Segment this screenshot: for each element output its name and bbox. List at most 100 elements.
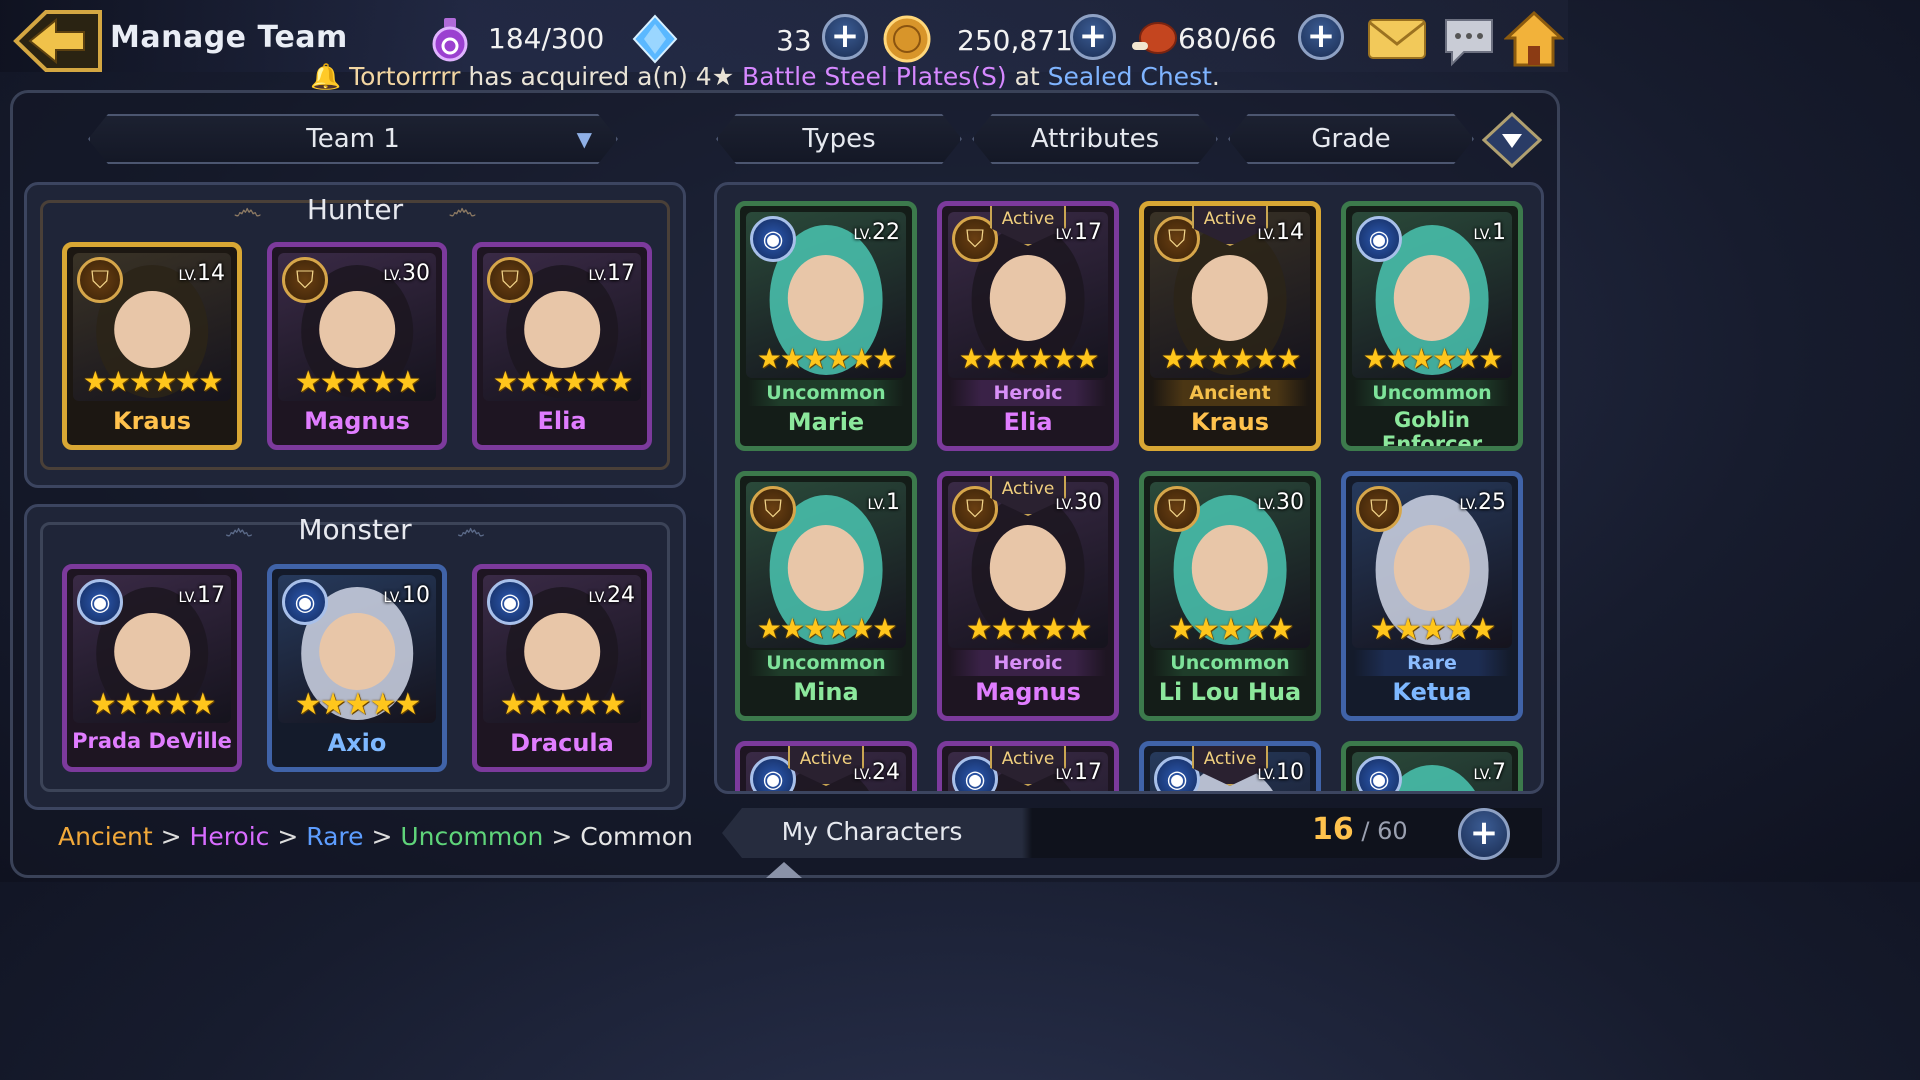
level-value: 24 [872,760,900,785]
grade-label: Uncommon [748,380,904,406]
level-prefix: LV. [1055,767,1074,783]
star-icon: ★ [711,62,735,91]
plus-icon: + [830,16,860,56]
shield-icon: ⛉ [1356,486,1402,532]
star-rating: ★★★★★★ [756,612,898,645]
my-characters-tab[interactable]: My Characters [722,808,1022,858]
orb-icon: ◉ [1356,756,1402,791]
sort-order-button[interactable] [1481,111,1543,169]
roster-card[interactable]: ◉ LV.7 [1341,741,1523,791]
hunter-heading: ෴ Hunter ෴ [24,192,686,227]
types-filter-button[interactable]: Types [716,114,962,164]
character-level: LV.30 [384,261,430,286]
legend-separator: > [152,822,190,851]
swirl-ornament-icon: ෴ [224,512,254,547]
swirl-ornament-icon: ෴ [448,192,477,227]
star-rating: ★★★★★★ [756,342,898,375]
hunter-slot[interactable]: ⛉ LV.14 ★★★★★★ Kraus [62,242,242,450]
level-prefix: LV. [383,590,402,606]
add-gems-button[interactable]: + [822,14,868,60]
monster-slot[interactable]: ◉ LV.17 ★★★★★ Prada DeVille [62,564,242,772]
back-arrow-icon [13,10,102,72]
roster-panel[interactable]: ◉ LV.22 ★★★★★★ Uncommon Marie ⛉ Active LV.17 ★★★… [714,182,1544,794]
legend-uncommon: Uncommon [400,822,544,851]
home-button[interactable] [1503,10,1565,72]
roster-card[interactable]: ◉ Active LV.24 [735,741,917,791]
home-icon [1503,10,1565,67]
level-value: 30 [1074,490,1102,515]
character-count-max: 60 [1377,817,1408,845]
character-name: Dracula [510,729,614,757]
legend-separator: > [269,822,307,851]
level-prefix: LV. [853,227,872,243]
collapse-arrow-icon[interactable] [766,862,802,878]
shield-icon: ⛉ [1154,486,1200,532]
roster-card[interactable]: ◉ Active LV.10 [1139,741,1321,791]
character-level: LV.17 [179,583,225,608]
monster-title: Monster [298,513,412,546]
add-meat-button[interactable]: + [1298,14,1344,60]
stamina-value: 184/300 [488,22,605,55]
grade-filter-button[interactable]: Grade [1228,114,1474,164]
gold-coin-icon [882,14,932,68]
level-value: 17 [197,583,225,608]
meat-icon [1128,16,1180,66]
hunter-title: Hunter [306,193,404,226]
swirl-ornament-icon: ෴ [233,192,262,227]
level-value: 7 [1492,760,1506,785]
grade-label: Heroic [950,650,1106,676]
level-prefix: LV. [588,268,607,284]
legend-heroic: Heroic [189,822,270,851]
level-value: 14 [1276,220,1304,245]
shield-icon: ⛉ [77,257,123,303]
roster-card[interactable]: ⛉ Active LV.17 ★★★★★★ Heroic Elia [937,201,1119,451]
roster-card[interactable]: ⛉ Active LV.14 ★★★★★★ Ancient Kraus [1139,201,1321,451]
back-button[interactable] [12,8,104,74]
hunter-slot[interactable]: ⛉ LV.17 ★★★★★★ Elia [472,242,652,450]
level-value: 22 [872,220,900,245]
roster-card[interactable]: ◉ Active LV.17 [937,741,1119,791]
roster-card[interactable]: ⛉ LV.30 ★★★★★ Uncommon Li Lou Hua [1139,471,1321,721]
roster-card[interactable]: ⛉ LV.1 ★★★★★★ Uncommon Mina [735,471,917,721]
portrait-face [114,613,190,691]
portrait-face [319,613,395,691]
monster-slot[interactable]: ◉ LV.24 ★★★★★ Dracula [472,564,652,772]
add-gold-button[interactable]: + [1070,14,1116,60]
level-prefix: LV. [867,497,886,513]
character-name: Kraus [113,407,191,435]
gem-icon [630,14,680,68]
roster-card[interactable]: ◉ LV.22 ★★★★★★ Uncommon Marie [735,201,917,451]
star-rating: ★★★★★ [1369,612,1496,647]
plus-icon: + [1469,813,1499,853]
level-value: 17 [1074,760,1102,785]
character-level: LV.7 [1474,760,1506,785]
level-prefix: LV. [1055,227,1074,243]
character-level: LV.10 [384,583,430,608]
mail-button[interactable] [1366,14,1428,68]
roster-card[interactable]: ⛉ Active LV.30 ★★★★★ Heroic Magnus [937,471,1119,721]
legend-separator: > [543,822,581,851]
level-prefix: LV. [1055,497,1074,513]
expand-slots-button[interactable]: + [1458,808,1510,860]
roster-card[interactable]: ◉ LV.1 ★★★★★★ Uncommon Goblin Enforcer [1341,201,1523,451]
roster-card[interactable]: ⛉ LV.25 ★★★★★ Rare Ketua [1341,471,1523,721]
ticker-at: at [1006,62,1048,91]
level-value: 1 [1492,220,1506,245]
team-select-dropdown[interactable]: Team 1 ▼ [88,114,618,164]
legend-ancient: Ancient [58,822,153,851]
gem-value: 33 [776,24,812,57]
grade-label: Rare [1354,650,1510,676]
star-rating: ★★★★★★ [492,365,634,398]
hunter-slot[interactable]: ⛉ LV.30 ★★★★★ Magnus [267,242,447,450]
level-prefix: LV. [383,268,402,284]
level-value: 10 [402,583,430,608]
grade-label: Uncommon [1354,380,1510,406]
attributes-filter-button[interactable]: Attributes [972,114,1218,164]
character-name: Li Lou Hua [1158,678,1302,706]
level-prefix: LV. [178,590,197,606]
monster-slot[interactable]: ◉ LV.10 ★★★★★ Axio [267,564,447,772]
swirl-ornament-icon: ෴ [456,512,486,547]
chat-button[interactable] [1440,14,1498,72]
character-level: LV.14 [179,261,225,286]
character-name: Elia [1003,408,1053,436]
